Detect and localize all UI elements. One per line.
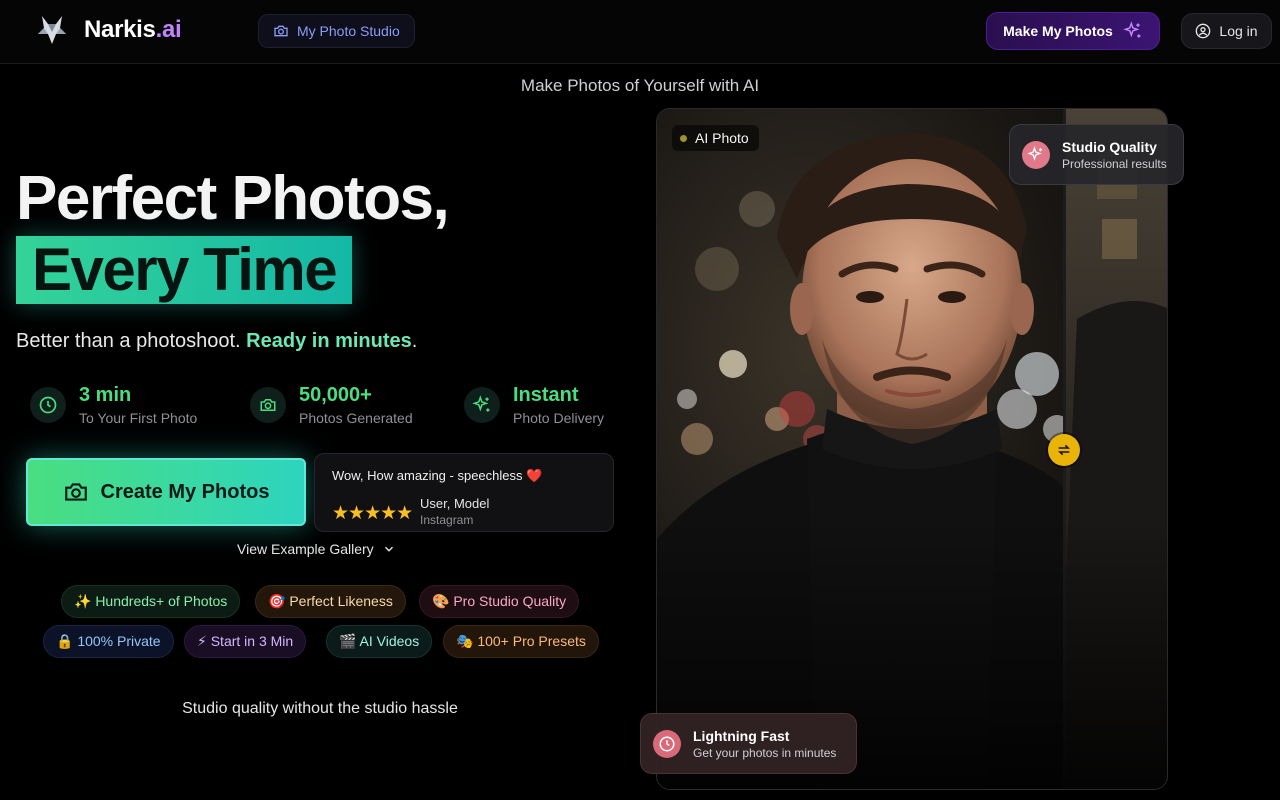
stat-value: Instant [513,384,579,406]
chip-pro-studio-quality: 🎨 Pro Studio Quality [419,585,580,618]
chip-ai-videos: 🎬 AI Videos [326,625,433,658]
hero-subtitle: Better than a photoshoot. Ready in minut… [16,330,417,353]
chip-hundreds-photos: ✨ Hundreds+ of Photos [61,585,241,618]
user-circle-icon [1196,23,1211,39]
sparkles-icon [464,387,500,423]
hero-title-line2: Every Time [16,236,353,304]
sparkles-icon [1022,140,1050,169]
stat-value: 3 min [79,384,132,406]
logo-name: Narkis [84,16,156,43]
tagline: Make Photos of Yourself with AI [520,76,760,95]
lightning-fast-badge: Lightning Fast Get your photos in minute… [640,713,857,774]
stats-row: 3 min To Your First Photo 50,000+ Photos… [30,382,604,426]
logo[interactable]: Narkis.ai [34,12,182,48]
clock-icon [653,729,681,758]
badge-subtitle: Professional results [1062,156,1167,171]
chevron-down-icon [384,546,393,552]
login-label: Log in [1219,23,1258,39]
status-dot [680,134,687,142]
badge-title: Studio Quality [1062,138,1157,155]
star-rating: ★★★★★ [332,503,413,524]
portrait-image [657,109,1167,789]
stat-delivery: Instant Photo Delivery [464,382,604,426]
gallery-link-label: View Example Gallery [237,541,374,557]
view-example-gallery-link[interactable]: View Example Gallery [237,541,396,557]
sparkles-icon [1123,21,1141,38]
wolf-logo-icon [38,16,66,44]
subtitle-highlight: Ready in minutes [246,330,412,352]
ai-photo-label: AI Photo [672,125,759,151]
make-my-photos-button[interactable]: Make My Photos [986,12,1160,50]
hero-title-line1: Perfect Photos, [16,164,450,233]
make-button-label: Make My Photos [1003,23,1113,39]
studio-quality-badge: Studio Quality Professional results [1009,124,1184,185]
reviewer-platform: Instagram [420,513,474,527]
subtitle-plain: Better than a photoshoot. [16,330,247,352]
ai-photo-text: AI Photo [695,130,749,146]
photo-comparison-slider[interactable] [656,108,1168,790]
review-text: Wow, How amazing - speechless ❤️ [332,468,543,483]
badge-title: Lightning Fast [693,727,790,744]
stat-photos-generated: 50,000+ Photos Generated [250,382,464,426]
camera-icon [64,483,87,501]
badge-subtitle: Get your photos in minutes [693,745,837,760]
reviewer-name: User, Model [420,496,490,511]
studio-link-label: My Photo Studio [297,23,400,39]
my-photo-studio-link[interactable]: My Photo Studio [258,14,415,48]
stat-label: Photo Delivery [513,410,605,426]
chip-private: 🔒 100% Private [43,625,174,658]
chip-start-3-min: ⚡ Start in 3 Min [184,625,307,658]
stat-first-photo: 3 min To Your First Photo [30,382,250,426]
top-nav: Narkis.ai My Photo Studio Make My Photos… [0,0,1280,64]
stat-label: Photos Generated [299,410,413,426]
stat-value: 50,000+ [299,384,372,406]
reviewer-info: User, Model Instagram [420,496,489,528]
chip-pro-presets: 🎭 100+ Pro Presets [443,625,599,658]
comparison-slider-handle[interactable] [1048,434,1080,466]
review-card: Wow, How amazing - speechless ❤️ ★★★★★ U… [314,453,614,532]
login-button[interactable]: Log in [1181,13,1272,49]
stat-label: To Your First Photo [79,410,198,426]
clock-icon [30,387,66,423]
create-my-photos-button[interactable]: Create My Photos [26,458,306,526]
logo-suffix: .ai [155,16,182,43]
bottom-tagline: Studio quality without the studio hassle [182,700,458,717]
camera-icon [274,25,288,37]
subtitle-end: . [411,330,418,352]
swap-arrows-icon [1058,444,1070,456]
chip-perfect-likeness: 🎯 Perfect Likeness [255,585,406,618]
cta-label: Create My Photos [100,480,270,503]
camera-icon [250,387,286,423]
